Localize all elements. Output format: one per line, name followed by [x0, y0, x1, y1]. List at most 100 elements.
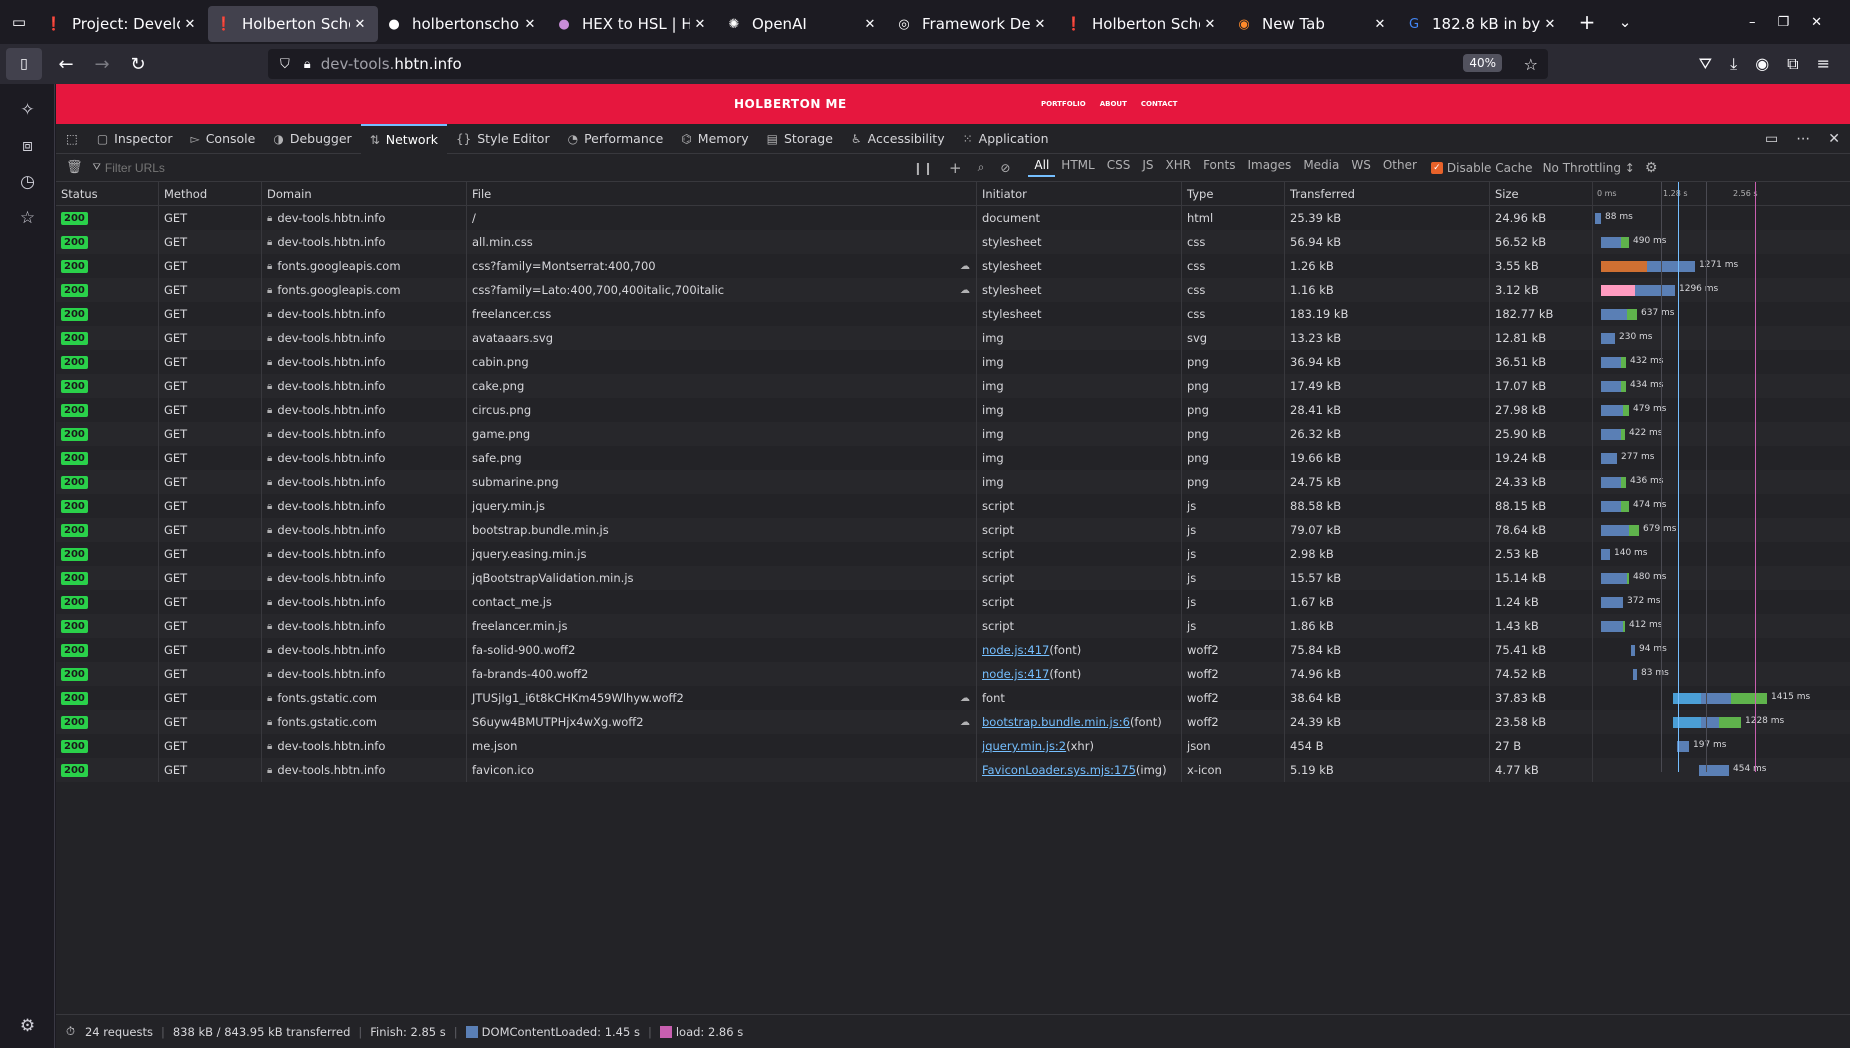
request-row[interactable]: 200 GET 🔒︎ dev-tools.hbtn.info circus.png… [56, 398, 1850, 422]
request-row[interactable]: 200 GET 🔒︎ dev-tools.hbtn.info freelancer… [56, 302, 1850, 326]
waterfall-header[interactable]: 0 ms 1.28 s 2.56 s [1593, 182, 1850, 205]
close-tab-icon[interactable]: ✕ [180, 17, 200, 32]
menu-icon[interactable]: ≡ [1817, 54, 1830, 74]
filter-images[interactable]: Images [1241, 158, 1297, 177]
site-nav-link[interactable]: CONTACT [1141, 100, 1178, 108]
filter-urls-input[interactable] [104, 160, 905, 175]
request-row[interactable]: 200 GET 🔒︎ fonts.gstatic.com S6uyw4BMUTPH… [56, 710, 1850, 734]
add-block-icon[interactable]: + [941, 159, 970, 177]
synced-tabs-icon[interactable]: ⧈ [0, 128, 55, 164]
request-row[interactable]: 200 GET 🔒︎ dev-tools.hbtn.info fa-brands-… [56, 662, 1850, 686]
site-nav-link[interactable]: ABOUT [1100, 100, 1127, 108]
filter-all[interactable]: All [1028, 158, 1056, 177]
column-header[interactable]: Initiator [977, 182, 1182, 205]
element-picker-icon[interactable]: ⬚ [56, 124, 88, 154]
zoom-indicator[interactable]: 40% [1463, 54, 1502, 72]
column-header[interactable]: Transferred [1285, 182, 1490, 205]
request-row[interactable]: 200 GET 🔒︎ dev-tools.hbtn.info contact_me… [56, 590, 1850, 614]
browser-tab[interactable]: ◎ Framework Detec✕ [888, 6, 1058, 42]
column-header[interactable]: Status [56, 182, 159, 205]
lock-icon[interactable]: 🔒︎ [304, 57, 311, 72]
tab-overview-icon[interactable]: ▭ [0, 0, 38, 44]
filter-ws[interactable]: WS [1345, 158, 1376, 177]
site-nav-link[interactable]: PORTFOLIO [1041, 100, 1086, 108]
browser-tab[interactable]: G 182.8 kB in bytes -✕ [1398, 6, 1568, 42]
browser-tab[interactable]: ● holbertonschool-w✕ [378, 6, 548, 42]
url-bar[interactable]: ⛉ 🔒︎ dev-tools. hbtn.info 40% ☆ [268, 49, 1548, 79]
devtools-options-icon[interactable]: ⋯ [1796, 131, 1810, 147]
dock-side-icon[interactable]: ▭ [1765, 131, 1778, 147]
disable-cache-checkbox[interactable]: ✓ Disable Cache [1430, 161, 1533, 175]
request-row[interactable]: 200 GET 🔒︎ fonts.googleapis.com css?famil… [56, 278, 1850, 302]
filter-html[interactable]: HTML [1055, 158, 1100, 177]
pocket-icon[interactable]: ⛛ [1699, 54, 1712, 74]
downloads-icon[interactable]: ⤓ [1730, 54, 1737, 74]
browser-tab[interactable]: ❗ Holberton School✕ [208, 6, 378, 42]
request-row[interactable]: 200 GET 🔒︎ dev-tools.hbtn.info jquery.min… [56, 494, 1850, 518]
column-header[interactable]: Size [1490, 182, 1593, 205]
tab-memory[interactable]: ⌬ Memory [672, 124, 757, 154]
close-window-icon[interactable]: ✕ [1811, 15, 1822, 30]
filter-fonts[interactable]: Fonts [1197, 158, 1241, 177]
new-tab-button[interactable]: + [1568, 0, 1606, 44]
tab-console[interactable]: ▻ Console [181, 124, 264, 154]
close-tab-icon[interactable]: ✕ [1540, 17, 1560, 32]
block-icon[interactable]: ⊘ [992, 161, 1018, 175]
column-header[interactable]: Domain [262, 182, 467, 205]
browser-tab[interactable]: ✺ OpenAI ✕ [718, 6, 888, 42]
request-row[interactable]: 200 GET 🔒︎ dev-tools.hbtn.info favicon.ic… [56, 758, 1850, 782]
tab-network[interactable]: ⇅ Network [360, 123, 447, 154]
tab-debugger[interactable]: ◑ Debugger [264, 124, 360, 154]
initiator-link[interactable]: FaviconLoader.sys.mjs:175 [982, 763, 1136, 777]
settings-gear-icon[interactable]: ⚙ [0, 1008, 55, 1044]
initiator-link[interactable]: node.js:417 [982, 643, 1049, 657]
initiator-link[interactable]: node.js:417 [982, 667, 1049, 681]
throttling-select[interactable]: No Throttling ↕ [1543, 161, 1635, 175]
request-row[interactable]: 200 GET 🔒︎ dev-tools.hbtn.info submarine.… [56, 470, 1850, 494]
column-header[interactable]: Method [159, 182, 262, 205]
close-tab-icon[interactable]: ✕ [520, 17, 540, 32]
reload-icon[interactable]: ↻ [120, 48, 156, 80]
request-row[interactable]: 200 GET 🔒︎ dev-tools.hbtn.info safe.png i… [56, 446, 1850, 470]
browser-tab[interactable]: ◉ New Tab ✕ [1228, 6, 1398, 42]
bookmarks-icon[interactable]: ☆ [0, 200, 55, 236]
tab-inspector[interactable]: ▢ Inspector [88, 124, 182, 154]
shield-icon[interactable]: ⛉ [280, 57, 290, 72]
column-header[interactable]: Type [1182, 182, 1285, 205]
filter-js[interactable]: JS [1136, 158, 1159, 177]
request-row[interactable]: 200 GET 🔒︎ dev-tools.hbtn.info game.png i… [56, 422, 1850, 446]
request-row[interactable]: 200 GET 🔒︎ dev-tools.hbtn.info / document… [56, 206, 1850, 230]
pause-icon[interactable]: ❙❙ [905, 161, 941, 175]
request-row[interactable]: 200 GET 🔒︎ dev-tools.hbtn.info fa-solid-9… [56, 638, 1850, 662]
close-tab-icon[interactable]: ✕ [860, 17, 880, 32]
column-header[interactable]: File [467, 182, 977, 205]
close-tab-icon[interactable]: ✕ [1200, 17, 1220, 32]
back-icon[interactable]: ← [48, 48, 84, 80]
minimize-icon[interactable]: – [1749, 15, 1756, 30]
account-icon[interactable]: ◉ [1755, 54, 1769, 74]
list-all-tabs-icon[interactable]: ⌄ [1606, 0, 1644, 44]
request-row[interactable]: 200 GET 🔒︎ dev-tools.hbtn.info cabin.png … [56, 350, 1850, 374]
filter-media[interactable]: Media [1297, 158, 1345, 177]
trash-icon[interactable]: 🗑︎ [56, 160, 93, 175]
browser-tab[interactable]: ❗ Holberton School✕ [1058, 6, 1228, 42]
request-row[interactable]: 200 GET 🔒︎ dev-tools.hbtn.info jquery.eas… [56, 542, 1850, 566]
filter-css[interactable]: CSS [1101, 158, 1137, 177]
bookmark-star-icon[interactable]: ☆ [1524, 55, 1538, 74]
browser-tab[interactable]: ● HEX to HSL | Html✕ [548, 6, 718, 42]
request-row[interactable]: 200 GET 🔒︎ dev-tools.hbtn.info avataaars.… [56, 326, 1850, 350]
history-icon[interactable]: ◷ [0, 164, 55, 200]
initiator-link[interactable]: bootstrap.bundle.min.js:6 [982, 715, 1130, 729]
performance-analysis-icon[interactable]: ⏱ [56, 1024, 85, 1039]
request-row[interactable]: 200 GET 🔒︎ dev-tools.hbtn.info me.json jq… [56, 734, 1850, 758]
initiator-link[interactable]: jquery.min.js:2 [982, 739, 1066, 753]
close-devtools-icon[interactable]: ✕ [1828, 131, 1840, 147]
request-row[interactable]: 200 GET 🔒︎ dev-tools.hbtn.info bootstrap.… [56, 518, 1850, 542]
site-title[interactable]: HOLBERTON ME [734, 97, 847, 111]
browser-tab[interactable]: ❗ Project: Developer✕ [38, 6, 208, 42]
close-tab-icon[interactable]: ✕ [1030, 17, 1050, 32]
ai-chat-icon[interactable]: ✧ [0, 92, 55, 128]
forward-icon[interactable]: → [84, 48, 120, 80]
request-row[interactable]: 200 GET 🔒︎ dev-tools.hbtn.info all.min.cs… [56, 230, 1850, 254]
request-row[interactable]: 200 GET 🔒︎ fonts.gstatic.com JTUSjIg1_i6t… [56, 686, 1850, 710]
